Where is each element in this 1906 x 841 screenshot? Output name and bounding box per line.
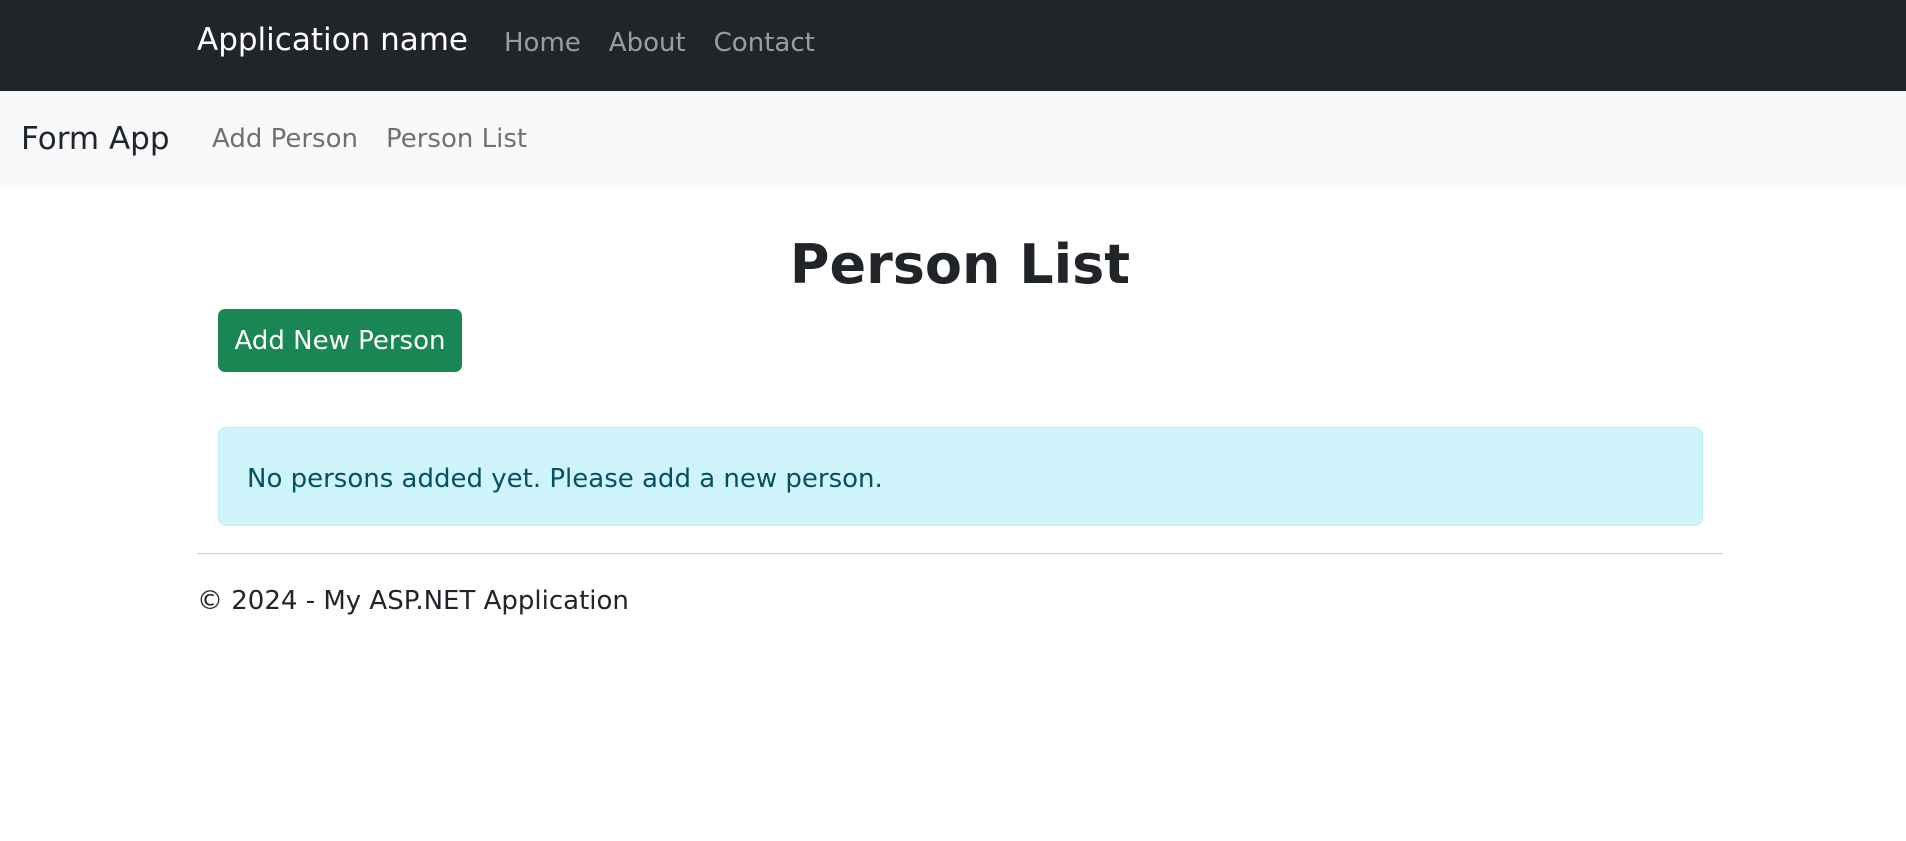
nav-link-person-list[interactable]: Person List [386,124,527,154]
add-new-person-button[interactable]: Add New Person [218,309,462,372]
sub-navbar: Form App Add Person Person List [0,91,1906,188]
nav-link-contact[interactable]: Contact [714,28,815,58]
nav-link-add-person[interactable]: Add Person [212,124,358,154]
empty-list-alert: No persons added yet. Please add a new p… [218,427,1703,526]
page-title: Person List [789,233,1131,296]
app-brand-link[interactable]: Application name [197,22,468,58]
sub-nav-links: Add Person Person List [212,124,527,154]
top-navbar: Application name Home About Contact [0,0,1906,91]
footer-copyright: © 2024 - My ASP.NET Application [197,586,629,616]
top-nav-links: Home About Contact [504,28,815,58]
nav-link-home[interactable]: Home [504,28,581,58]
footer-divider [197,553,1723,554]
nav-link-about[interactable]: About [609,28,686,58]
form-app-brand-link[interactable]: Form App [21,121,170,157]
